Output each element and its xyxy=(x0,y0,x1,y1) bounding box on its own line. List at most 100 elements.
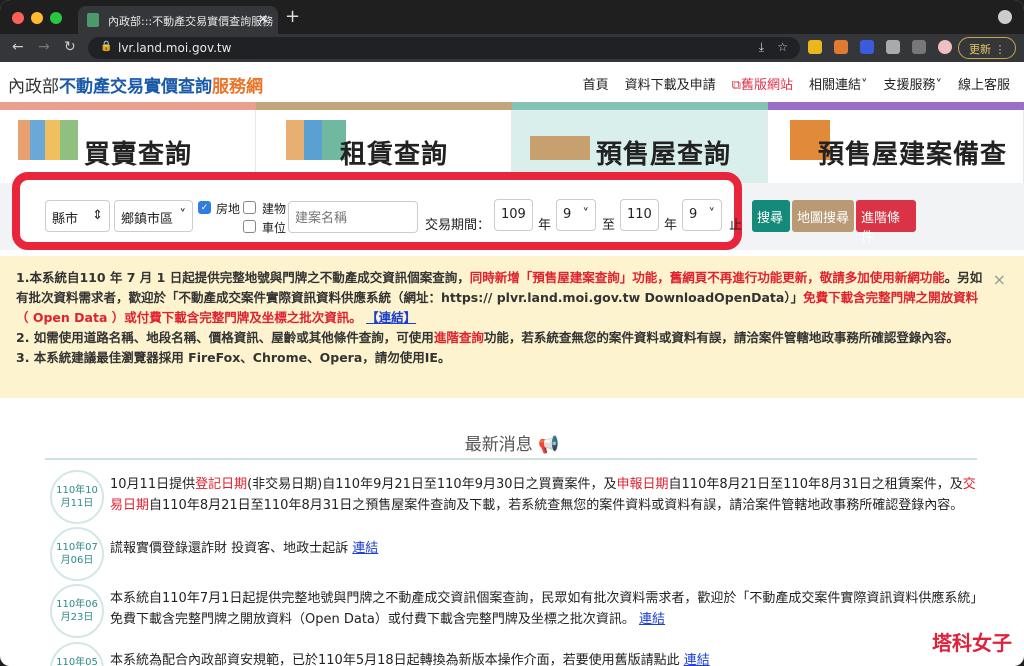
site-logo[interactable]: 內政部不動產交易實價查詢服務網 xyxy=(8,72,263,97)
tab-presale-project[interactable]: 預售屋建案備查 xyxy=(768,110,1024,183)
buildings-icon xyxy=(286,120,346,160)
cast-icon[interactable] xyxy=(912,40,926,54)
reload-icon[interactable]: ↻ xyxy=(64,39,76,55)
from-month-select[interactable]: 9 ˅ xyxy=(556,199,596,231)
bookmark-star-icon[interactable]: ☆ xyxy=(777,40,788,54)
tab-search-icon[interactable] xyxy=(998,10,1012,24)
watermark-logo: 塔科女子 xyxy=(932,627,1012,656)
city-select[interactable]: 縣市 ⇕ xyxy=(45,200,110,232)
advanced-query-link[interactable]: 進階查詢 xyxy=(434,330,484,345)
notice-link[interactable]: 【連結】 xyxy=(366,310,416,325)
news-date: 110年06 月23日 xyxy=(50,584,104,638)
back-icon[interactable]: ← xyxy=(12,39,24,55)
date-line: 月06日 xyxy=(60,555,94,566)
logo-main: 不動產交易實價查詢 xyxy=(59,77,212,97)
district-value: 鄉鎮市區 xyxy=(121,212,174,227)
to-year-input[interactable]: 110 xyxy=(620,199,659,231)
close-icon[interactable]: × xyxy=(993,270,1006,290)
top-menu: 首頁 資料下載及申請 ⧉舊版網站 相關連結˅ 支援服務˅ 線上客服 xyxy=(583,74,1010,93)
close-window-button[interactable] xyxy=(12,12,24,24)
update-label: 更新 xyxy=(969,43,991,56)
forward-icon[interactable]: → xyxy=(38,39,50,55)
date-line: 110年06 xyxy=(56,599,98,610)
menu-old-site-label: 舊版網站 xyxy=(740,78,793,93)
notice-text: 3. 本系統建議最佳瀏覽器採用 FireFox、Chrome、Opera，請勿使… xyxy=(16,350,451,365)
favicon-icon xyxy=(87,13,99,27)
crane-icon xyxy=(530,120,590,160)
text: (非交易日期)自110年9月21日至110年9月30日之買賣案件，及 xyxy=(247,477,617,492)
advanced-button[interactable]: 進階條件 xyxy=(856,200,916,245)
map-search-button[interactable]: 地圖搜尋 xyxy=(792,200,854,232)
extension-icon[interactable] xyxy=(808,40,822,54)
stripe xyxy=(256,102,512,110)
menu-support[interactable]: 支援服務˅ xyxy=(883,74,942,93)
menu-links[interactable]: 相關連結˅ xyxy=(809,74,868,93)
new-tab-icon[interactable]: + xyxy=(285,6,300,27)
text: 謊報實價登錄還詐財 投資客、地政士起訴 xyxy=(110,541,353,556)
tab-rent-label: 租賃查詢 xyxy=(340,140,449,170)
date-line: 月11日 xyxy=(60,498,94,509)
news-text: 本系統自110年7月1日起提供完整地號與門牌之不動產成交資訊個案查詢，民眾如有批… xyxy=(110,588,980,630)
news-link[interactable]: 連結 xyxy=(639,612,665,627)
news-link[interactable]: 連結 xyxy=(684,653,710,666)
to-month-select[interactable]: 9 ˅ xyxy=(682,199,722,231)
puzzle-icon[interactable] xyxy=(886,40,900,54)
from-year-input[interactable]: 109 xyxy=(494,199,533,231)
news-link[interactable]: 連結 xyxy=(352,541,378,556)
menu-home[interactable]: 首頁 xyxy=(583,74,609,93)
maximize-window-button[interactable] xyxy=(50,12,62,24)
divider xyxy=(45,458,977,460)
highlight: 申報日期 xyxy=(616,477,669,492)
buildings-icon xyxy=(18,120,78,160)
menu-support-label: 支援服務 xyxy=(883,78,936,93)
menu-download[interactable]: 資料下載及申請 xyxy=(625,74,716,93)
news-text: 10月11日提供登記日期(非交易日期)自110年9月21日至110年9月30日之… xyxy=(110,474,980,516)
extension-d-icon[interactable] xyxy=(860,40,874,54)
browser-tab[interactable]: 內政部:::不動產交易實價查詢服務 ✕ xyxy=(78,6,278,34)
date-line: 110年10 xyxy=(56,485,98,496)
land-checkbox[interactable]: ✓ xyxy=(198,201,211,214)
period-label: 交易期間： xyxy=(425,218,491,233)
district-select[interactable]: 鄉鎮市區 ˅ xyxy=(114,200,193,232)
install-icon[interactable]: ⤓ xyxy=(759,40,764,55)
stripe xyxy=(768,102,1024,110)
building-label: 建物 xyxy=(262,202,287,216)
news-date: 110年10 月11日 xyxy=(50,470,104,524)
city-value: 縣市 xyxy=(52,212,79,227)
browser-toolbar: ← → ↻ 🔒 lvr.land.moi.gov.tw ⤓ ☆ 更新 ⋮ xyxy=(0,34,1024,62)
search-button[interactable]: 搜尋 xyxy=(752,200,790,232)
avatar[interactable] xyxy=(938,40,952,54)
news-heading: 最新消息 📢 xyxy=(0,430,1024,455)
minimize-window-button[interactable] xyxy=(31,12,43,24)
text: 本系統為配合內政部資安規範，已於110年5月18日起轉換為新版本操作介面，若要使… xyxy=(110,653,684,666)
text: 10月11日提供 xyxy=(110,477,196,492)
menu-online-service[interactable]: 線上客服 xyxy=(958,74,1010,93)
notice-alert: 1.本系統自110 年 7 月 1 日起提供完整地號與門牌之不動產成交資訊個案查… xyxy=(0,256,1024,398)
date-line: 110年07 xyxy=(56,542,98,553)
year-label: 年 xyxy=(538,218,552,233)
tab-presale-project-label: 預售屋建案備查 xyxy=(818,140,1008,170)
metamask-icon[interactable] xyxy=(834,40,848,54)
to-month-value: 9 xyxy=(689,207,698,222)
menu-old-site[interactable]: ⧉舊版網站 xyxy=(732,74,793,93)
from-year-value: 109 xyxy=(501,207,526,222)
text: 自110年8月21日至110年8月31日之預售屋案件查詢及下載，若系統查無您的案… xyxy=(149,498,964,513)
parking-checkbox[interactable] xyxy=(243,220,256,233)
site-header: 內政部不動產交易實價查詢服務網 首頁 資料下載及申請 ⧉舊版網站 相關連結˅ 支… xyxy=(0,62,1024,102)
address-bar[interactable]: 🔒 lvr.land.moi.gov.tw ⤓ ☆ xyxy=(88,37,800,59)
date-line: 月23日 xyxy=(60,612,94,623)
building-checkbox[interactable] xyxy=(243,201,256,214)
to-year-value: 110 xyxy=(627,207,652,222)
megaphone-icon: 📢 xyxy=(538,435,560,455)
year-label: 年 xyxy=(664,218,678,233)
close-tab-icon[interactable]: ✕ xyxy=(258,12,268,26)
from-month-value: 9 xyxy=(563,207,572,222)
news-date: 110年07 月06日 xyxy=(50,527,104,581)
update-button[interactable]: 更新 ⋮ xyxy=(958,37,1016,59)
end-label: 止 xyxy=(729,218,743,233)
logo-suffix: 服務網 xyxy=(212,77,263,97)
project-name-input[interactable] xyxy=(288,201,418,233)
news-text: 本系統為配合內政部資安規範，已於110年5月18日起轉換為新版本操作介面，若要使… xyxy=(110,650,980,666)
watermark-text: 塔科女子 xyxy=(932,631,1012,655)
news-date: 110年05 xyxy=(50,642,104,666)
